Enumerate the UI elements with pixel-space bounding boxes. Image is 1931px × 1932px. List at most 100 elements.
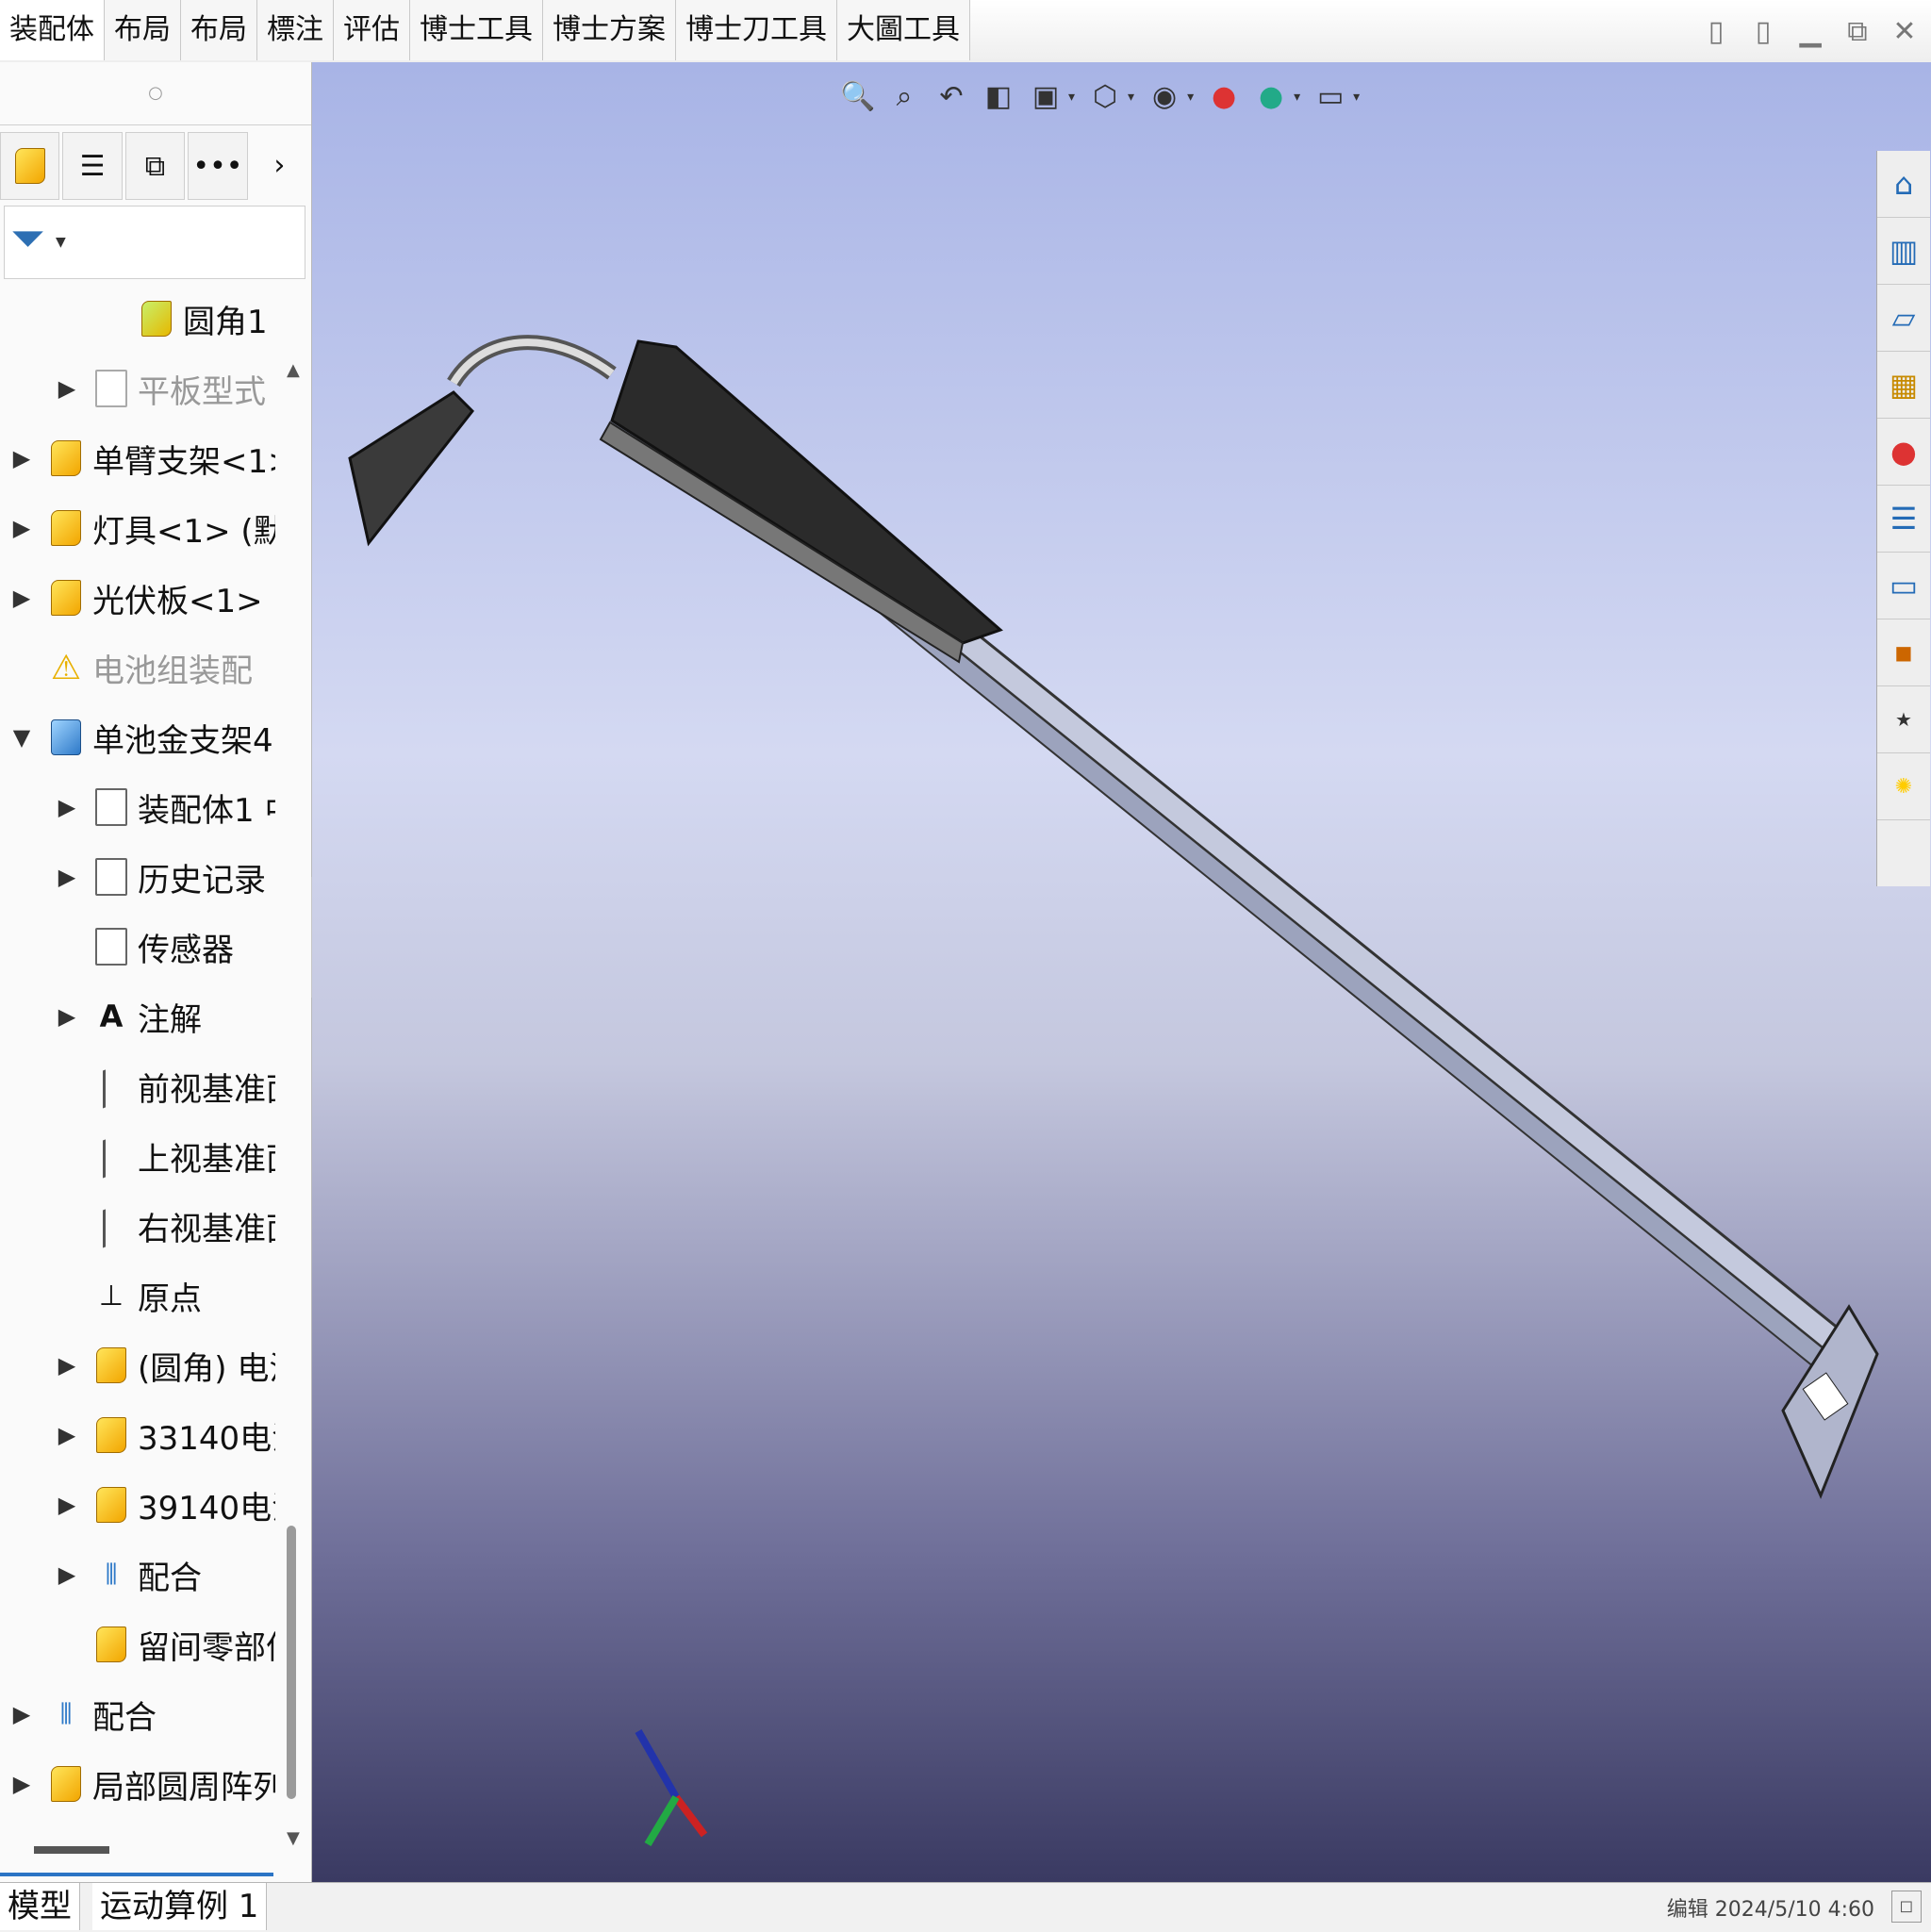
view-orientation-icon[interactable]: ▣ <box>1029 77 1063 117</box>
expand-arrow-icon[interactable]: ▶ <box>9 1701 34 1727</box>
tab-motion-study[interactable]: 运动算例 1 <box>92 1883 268 1930</box>
appearances-icon[interactable]: ● <box>1877 419 1930 486</box>
expand-arrow-icon[interactable]: ▶ <box>55 794 79 820</box>
tree-item[interactable]: 上视基准面 <box>55 1128 275 1184</box>
tab-ribbon-0[interactable]: 装配体 <box>0 0 105 60</box>
tree-item[interactable]: 传感器 <box>55 918 234 975</box>
chevron-down-icon[interactable]: ▾ <box>1187 90 1194 105</box>
expand-arrow-icon[interactable]: ▶ <box>55 1422 79 1448</box>
tab-ribbon-8[interactable]: 大圖工具 <box>837 0 970 60</box>
feature-manager-icon[interactable] <box>0 132 60 200</box>
view-settings-icon[interactable]: ▭ <box>1313 77 1347 117</box>
scroll-down-icon[interactable]: ▼ <box>287 1828 300 1848</box>
tab-ribbon-7[interactable]: 博士刀工具 <box>676 0 837 60</box>
expand-arrow-icon[interactable]: ▶ <box>9 445 34 471</box>
design-library-icon[interactable]: ▥ <box>1877 218 1930 285</box>
resource-icon[interactable]: ■ <box>1877 619 1930 686</box>
tree-item[interactable]: ▶ A 注解 <box>55 988 202 1045</box>
expand-arrow-icon[interactable]: ▶ <box>55 1003 79 1030</box>
tree-item[interactable]: ▶ 33140电池 <box>55 1407 275 1463</box>
tree-item[interactable]: ▶ 平板型式 <box>55 360 266 417</box>
previous-view-icon[interactable]: ↶ <box>934 77 968 117</box>
file-explorer-icon[interactable]: ▱ <box>1877 285 1930 352</box>
expand-arrow-icon[interactable]: ▶ <box>55 1352 79 1379</box>
tab-ribbon-4[interactable]: 评估 <box>334 0 410 60</box>
tab-ribbon-5[interactable]: 博士工具 <box>410 0 543 60</box>
view-palette-icon[interactable]: ▦ <box>1877 352 1930 419</box>
chevron-down-icon[interactable]: ▾ <box>1068 90 1075 105</box>
hide-show-icon[interactable]: ◉ <box>1147 77 1181 117</box>
chevron-right-icon[interactable]: › <box>251 132 308 198</box>
tree-item[interactable]: ⚠ 电池组装配 <box>9 639 253 696</box>
tree-scrollbar[interactable]: ▲ ▼ <box>279 285 307 1859</box>
section-view-icon[interactable]: ◧ <box>982 77 1015 117</box>
expand-arrow-icon[interactable]: ▶ <box>55 1561 79 1588</box>
tree-item-label: 原点 <box>138 1280 202 1318</box>
tree-item[interactable]: 右视基准面 <box>55 1197 275 1254</box>
tree-item[interactable]: ▶ 装配体1 中的 <box>55 779 275 835</box>
chevron-down-icon[interactable]: ▾ <box>1353 90 1360 105</box>
minimize-button[interactable]: ▁ <box>1793 13 1827 51</box>
scroll-up-icon[interactable]: ▲ <box>287 360 300 380</box>
filter-icon[interactable]: ⏷ <box>10 212 45 265</box>
chevron-down-icon[interactable]: ▾ <box>1128 90 1134 105</box>
tab-model[interactable]: 模型 <box>0 1883 80 1930</box>
graphics-viewport[interactable]: 🔍 ⌕ ↶ ◧ ▣ ▾ ⬡ ▾ ◉ ▾ ● ● ▾ ▭ ▾ <box>312 62 1931 1882</box>
configuration-manager-icon[interactable]: ⧉ <box>124 132 186 200</box>
display-style-icon[interactable]: ⬡ <box>1088 77 1122 117</box>
restore-pane-icon[interactable]: ▯ <box>1699 13 1733 51</box>
tree-item[interactable]: ▶ ⫴ 配合 <box>9 1686 157 1742</box>
scroll-thumb[interactable] <box>287 1526 296 1799</box>
tree-filter[interactable]: ⏷ ▼ <box>4 206 305 279</box>
property-manager-icon[interactable]: ☰ <box>62 132 123 200</box>
apply-scene-icon[interactable]: ● <box>1254 77 1288 117</box>
tab-ribbon-6[interactable]: 博士方案 <box>543 0 676 60</box>
home-icon[interactable]: ⌂ <box>1877 151 1930 218</box>
tab-ribbon-3[interactable]: 標注 <box>257 0 334 60</box>
status-icon[interactable]: ◻ <box>1891 1891 1922 1923</box>
tree-item[interactable]: ▶ 历史记录 <box>55 849 266 905</box>
zoom-to-fit-icon[interactable]: 🔍 <box>840 77 875 117</box>
custom-properties-icon[interactable]: ☰ <box>1877 486 1930 553</box>
tab-ribbon-1[interactable]: 布局 <box>105 0 181 60</box>
expand-arrow-icon[interactable]: ▶ <box>55 1492 79 1518</box>
horizontal-scroll-thumb[interactable] <box>34 1846 109 1854</box>
close-button[interactable]: ✕ <box>1888 13 1922 51</box>
maximize-button[interactable]: ⧉ <box>1840 13 1874 51</box>
edit-appearance-icon[interactable]: ● <box>1207 77 1241 117</box>
forum-icon[interactable]: ▭ <box>1877 553 1930 619</box>
tab-ribbon-2[interactable]: 布局 <box>181 0 257 60</box>
model-render <box>348 335 1879 1499</box>
tree-item[interactable]: 留间零部件 <box>55 1616 275 1673</box>
tree-item[interactable]: ▶ (圆角) 电池 <box>55 1337 275 1394</box>
expand-arrow-icon[interactable]: ▶ <box>9 585 34 611</box>
tile-pane-icon[interactable]: ▯ <box>1746 13 1780 51</box>
tree-item-label: 注解 <box>138 1000 202 1039</box>
tree-item[interactable]: ▶ 局部圆周阵列1 <box>9 1756 275 1812</box>
tree-item[interactable]: ▶ 光伏板<1> (默认 <box>9 570 275 626</box>
star-icon[interactable]: ★ <box>1877 686 1930 753</box>
triad-x-axis <box>672 1794 708 1838</box>
expand-arrow-icon[interactable]: ▶ <box>55 864 79 890</box>
tree-item-label: 装配体1 中的 <box>138 791 275 830</box>
expand-arrow-icon[interactable]: ▶ <box>55 375 79 402</box>
expand-arrow-icon[interactable]: ▶ <box>9 515 34 541</box>
tree-item[interactable]: 前视基准面 <box>55 1058 275 1115</box>
more-icon[interactable]: ••• <box>188 132 248 200</box>
panel-grip[interactable]: ○ <box>0 62 311 125</box>
expand-arrow-icon[interactable]: ▶ <box>9 1771 34 1797</box>
tree-item-label: 39140电池 <box>138 1489 275 1527</box>
origin-icon: ⊥ <box>98 1279 124 1313</box>
expand-arrow-icon[interactable]: ▼ <box>9 724 34 751</box>
tree-item[interactable]: ▶ 单臂支架<1> ( <box>9 430 275 487</box>
tree-item[interactable]: ▶ 39140电池 <box>55 1477 275 1533</box>
tree-item[interactable]: ▼ 单池金支架4<1 <box>9 709 275 766</box>
tree-item[interactable]: 圆角1 <box>100 290 268 347</box>
tree-item[interactable]: ⊥ 原点 <box>55 1267 202 1324</box>
light-icon[interactable]: ✺ <box>1877 753 1930 820</box>
filter-dropdown-icon[interactable]: ▼ <box>56 235 66 250</box>
tree-item[interactable]: ▶ 灯具<1> (默认) <box>9 500 275 556</box>
tree-item[interactable]: ▶ ⫴ 配合 <box>55 1546 202 1603</box>
chevron-down-icon[interactable]: ▾ <box>1294 90 1300 105</box>
zoom-area-icon[interactable]: ⌕ <box>887 77 921 117</box>
